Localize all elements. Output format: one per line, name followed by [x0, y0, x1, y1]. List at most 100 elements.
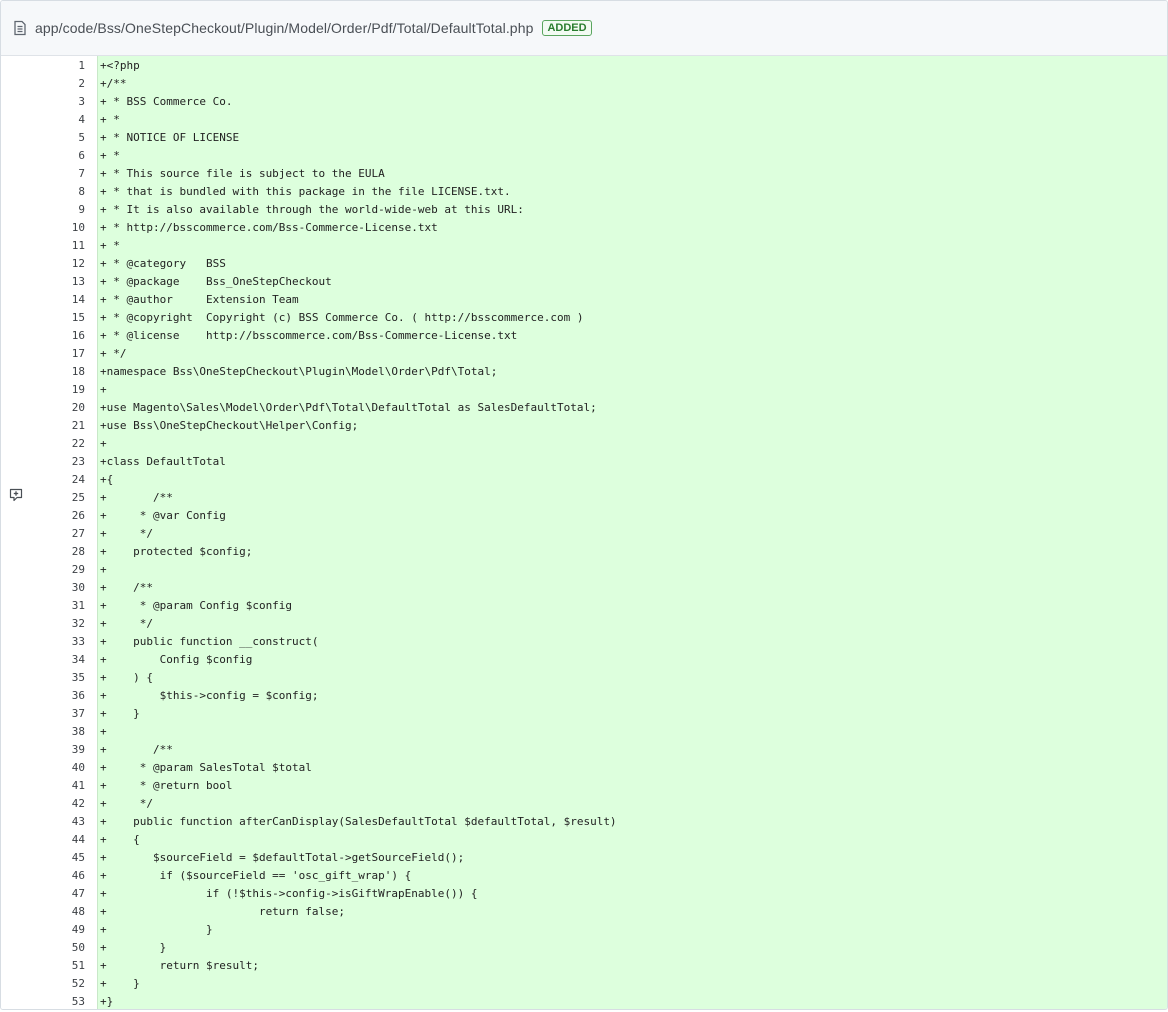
code-line: +: [100, 437, 107, 450]
line-number[interactable]: 1: [1, 57, 97, 75]
line-number[interactable]: 52: [1, 975, 97, 993]
line-number[interactable]: 44: [1, 831, 97, 849]
line-number[interactable]: 51: [1, 957, 97, 975]
line-number[interactable]: 39: [1, 741, 97, 759]
line-number[interactable]: 33: [1, 633, 97, 651]
diff-file: app/code/Bss/OneStepCheckout/Plugin/Mode…: [0, 0, 1168, 1010]
line-number[interactable]: 5: [1, 129, 97, 147]
code-line: + return false;: [100, 905, 346, 918]
line-number[interactable]: 32: [1, 615, 97, 633]
line-number[interactable]: 34: [1, 651, 97, 669]
line-number[interactable]: 29: [1, 561, 97, 579]
code-line: + * NOTICE OF LICENSE: [100, 131, 240, 144]
code-line: +<?php: [100, 59, 140, 72]
line-number[interactable]: 21: [1, 417, 97, 435]
line-number[interactable]: 22: [1, 435, 97, 453]
code-line: + return $result;: [100, 959, 259, 972]
code-line: + *: [100, 239, 120, 252]
line-number[interactable]: 12: [1, 255, 97, 273]
code-line: + * that is bundled with this package in…: [100, 185, 511, 198]
line-number[interactable]: 45: [1, 849, 97, 867]
file-path[interactable]: app/code/Bss/OneStepCheckout/Plugin/Mode…: [35, 20, 533, 36]
line-number[interactable]: 3: [1, 93, 97, 111]
line-number[interactable]: 50: [1, 939, 97, 957]
line-number[interactable]: 48: [1, 903, 97, 921]
line-number[interactable]: 8: [1, 183, 97, 201]
line-number[interactable]: 14: [1, 291, 97, 309]
code-line: + ) {: [100, 671, 153, 684]
code-line: + */: [100, 797, 153, 810]
code-line: + protected $config;: [100, 545, 253, 558]
line-number[interactable]: 47: [1, 885, 97, 903]
line-number[interactable]: 37: [1, 705, 97, 723]
line-number[interactable]: 7: [1, 165, 97, 183]
code-line: + * @author Extension Team: [100, 293, 299, 306]
line-number[interactable]: 4: [1, 111, 97, 129]
code-line: +}: [100, 995, 114, 1008]
line-number[interactable]: 28: [1, 543, 97, 561]
code-line: + * @return bool: [100, 779, 233, 792]
code-line: + public function afterCanDisplay(SalesD…: [100, 815, 617, 828]
code-line: + *: [100, 149, 120, 162]
code-line: + $sourceField = $defaultTotal->getSourc…: [100, 851, 465, 864]
line-number[interactable]: 41: [1, 777, 97, 795]
line-number[interactable]: 16: [1, 327, 97, 345]
line-number[interactable]: 9: [1, 201, 97, 219]
code-line: + Config $config: [100, 653, 253, 666]
line-number[interactable]: 36: [1, 687, 97, 705]
code-line: + public function __construct(: [100, 635, 319, 648]
line-number[interactable]: 26: [1, 507, 97, 525]
line-number[interactable]: 53: [1, 993, 97, 1009]
line-number[interactable]: 35: [1, 669, 97, 687]
code-line: + /**: [100, 491, 173, 504]
status-badge: ADDED: [542, 20, 592, 36]
line-number[interactable]: 43: [1, 813, 97, 831]
line-number[interactable]: 18: [1, 363, 97, 381]
code-panel: +<?php +/** + * BSS Commerce Co. + * + * NOT…: [97, 56, 1167, 1009]
code-line: + if (!$this->config->isGiftWrapEnable()…: [100, 887, 478, 900]
line-number[interactable]: 15: [1, 309, 97, 327]
code-line: +namespace Bss\OneStepCheckout\Plugin\Mo…: [100, 365, 498, 378]
code-line: + */: [100, 617, 153, 630]
line-number[interactable]: 2: [1, 75, 97, 93]
code-line: +use Magento\Sales\Model\Order\Pdf\Total…: [100, 401, 597, 414]
code-line: + /**: [100, 581, 153, 594]
code-line: + * @package Bss_OneStepCheckout: [100, 275, 332, 288]
line-number[interactable]: 49: [1, 921, 97, 939]
code-line: +class DefaultTotal: [100, 455, 226, 468]
code-line: + }: [100, 707, 140, 720]
line-number[interactable]: 10: [1, 219, 97, 237]
line-number[interactable]: 13: [1, 273, 97, 291]
add-comment-icon[interactable]: [8, 487, 24, 503]
line-number[interactable]: 20: [1, 399, 97, 417]
diff-body: 1 2 3 4 5 6 7 8 9 10 11 12 13 14 15 16 17 18 19 20 21 22 23 24 2…: [1, 56, 1167, 1009]
line-number[interactable]: 46: [1, 867, 97, 885]
code-line: +use Bss\OneStepCheckout\Helper\Config;: [100, 419, 359, 432]
code-line: +: [100, 725, 107, 738]
line-number[interactable]: 6: [1, 147, 97, 165]
code-line: + * It is also available through the wor…: [100, 203, 524, 216]
code-line: + * @license http://bsscommerce.com/Bss-…: [100, 329, 518, 342]
code-line: + {: [100, 833, 140, 846]
code-line: + * This source file is subject to the E…: [100, 167, 385, 180]
code-line: + }: [100, 923, 213, 936]
line-number[interactable]: 42: [1, 795, 97, 813]
line-number[interactable]: 19: [1, 381, 97, 399]
code-line: +{: [100, 473, 114, 486]
line-number[interactable]: 38: [1, 723, 97, 741]
code-line: + * BSS Commerce Co.: [100, 95, 233, 108]
code-line: + * @param Config $config: [100, 599, 293, 612]
code-line: + $this->config = $config;: [100, 689, 319, 702]
line-number[interactable]: 30: [1, 579, 97, 597]
line-number[interactable]: 31: [1, 597, 97, 615]
line-number[interactable]: 17: [1, 345, 97, 363]
code-line: + if ($sourceField == 'osc_gift_wrap') {: [100, 869, 412, 882]
line-number[interactable]: 40: [1, 759, 97, 777]
line-number[interactable]: 11: [1, 237, 97, 255]
code-line: +: [100, 563, 107, 576]
code-line: + /**: [100, 743, 173, 756]
code-line: + * @copyright Copyright (c) BSS Commerc…: [100, 311, 584, 324]
code-line: +: [100, 383, 107, 396]
line-number[interactable]: 27: [1, 525, 97, 543]
line-number[interactable]: 23: [1, 453, 97, 471]
